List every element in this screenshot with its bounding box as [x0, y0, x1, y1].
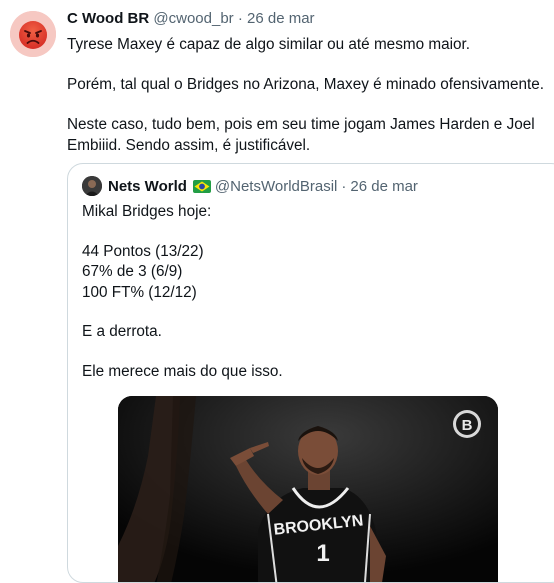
- quoted-author-name[interactable]: Nets World: [108, 178, 187, 195]
- separator-dot: ·: [237, 10, 243, 27]
- tweet-header: C Wood BR @cwood_br · 26 de mar: [67, 10, 315, 28]
- quoted-author-avatar[interactable]: [82, 176, 102, 196]
- profile-photo-icon: [82, 176, 102, 196]
- svg-text:B: B: [462, 417, 473, 434]
- tweet-text: Tyrese Maxey é capaz de algo similar ou …: [67, 34, 547, 156]
- quoted-paragraph: Mikal Bridges hoje:: [82, 203, 212, 220]
- separator-dot: ·: [341, 177, 347, 195]
- angry-face-emoji-icon: [10, 11, 56, 57]
- basketball-player-photo: BROOKLYN 1 B: [118, 396, 498, 582]
- quoted-tweet-text: Mikal Bridges hoje: 44 Pontos (13/22) 67…: [82, 202, 542, 382]
- author-name[interactable]: C Wood BR: [67, 10, 149, 27]
- tweet-date[interactable]: 26 de mar: [247, 10, 315, 27]
- quoted-paragraph: Ele merece mais do que isso.: [82, 362, 283, 380]
- nets-logo-icon: B: [453, 410, 481, 438]
- author-avatar[interactable]: [10, 11, 56, 57]
- quoted-stats: 44 Pontos (13/22) 67% de 3 (6/9) 100 FT%…: [82, 242, 204, 301]
- quoted-tweet-media[interactable]: BROOKLYN 1 B: [118, 396, 498, 582]
- tweet-paragraph: Neste caso, tudo bem, pois em seu time j…: [67, 116, 535, 154]
- tweet-paragraph: Porém, tal qual o Bridges no Arizona, Ma…: [67, 76, 545, 93]
- quoted-paragraph: E a derrota.: [82, 323, 162, 340]
- tweet-paragraph: Tyrese Maxey é capaz de algo similar ou …: [67, 36, 470, 53]
- author-handle[interactable]: @cwood_br: [153, 10, 233, 27]
- quoted-author-handle[interactable]: @NetsWorldBrasil: [215, 178, 337, 195]
- brazil-flag-icon: [192, 179, 211, 193]
- quoted-tweet-date[interactable]: 26 de mar: [350, 178, 418, 195]
- quoted-tweet-card[interactable]: Nets World @NetsWorldBrasil · 26 de mar …: [67, 163, 554, 583]
- quoted-tweet-header: Nets World @NetsWorldBrasil · 26 de mar: [82, 176, 418, 196]
